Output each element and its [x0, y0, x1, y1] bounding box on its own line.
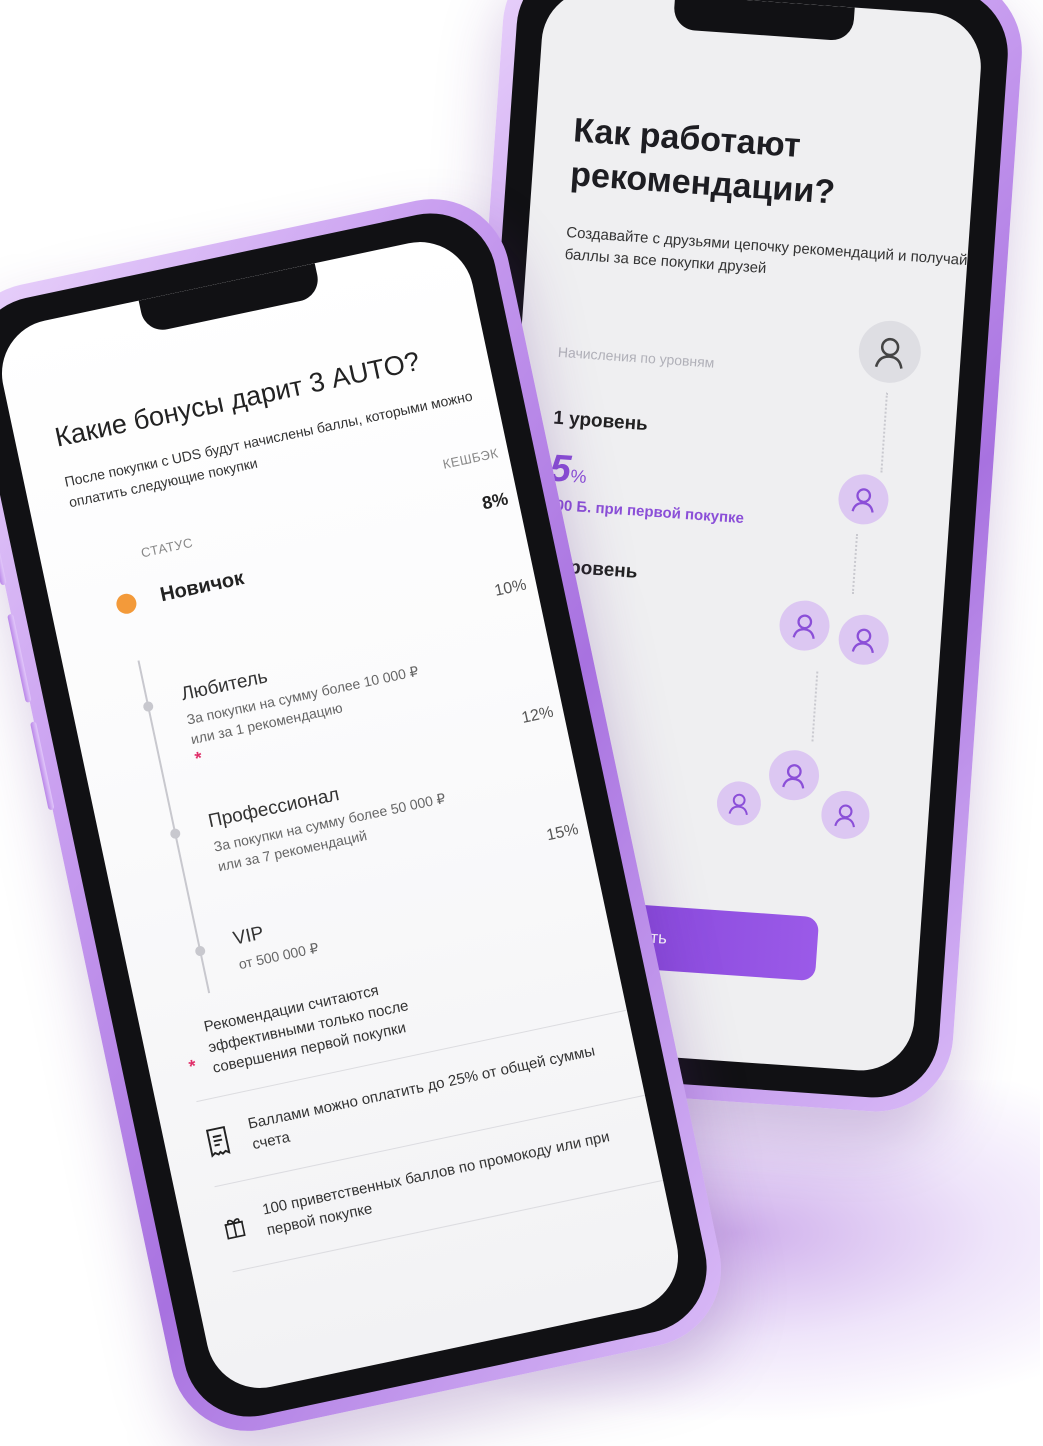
- receipt-icon: [205, 1125, 231, 1158]
- gift-icon: [224, 1218, 246, 1240]
- cashback-column-header: КЕШБЭК: [441, 445, 500, 472]
- person-icon: [792, 614, 815, 639]
- friend-avatar: [819, 789, 872, 841]
- level-2: 2 уровень 1%: [538, 555, 963, 667]
- person-icon: [851, 628, 874, 654]
- person-icon: [834, 804, 855, 828]
- person-icon: [728, 793, 748, 816]
- friend-avatar: [715, 779, 763, 827]
- side-button: [0, 525, 7, 586]
- person-icon: [782, 764, 805, 789]
- person-icon: [851, 488, 874, 513]
- tier-node-active: [114, 591, 139, 616]
- referral-content: Как работают рекомендации? Создавайте с …: [502, 108, 984, 982]
- footnote-star: *: [186, 1055, 199, 1077]
- level-percent-unit: %: [569, 465, 588, 487]
- status-column-header: СТАТУС: [139, 534, 195, 561]
- tier-node: [169, 827, 182, 840]
- page-title: Как работают рекомендации?: [569, 111, 837, 212]
- notch: [672, 0, 855, 42]
- level-1: 1 уровень 5% 100 Б. при первой покупке: [547, 408, 973, 543]
- tier-node: [142, 700, 155, 713]
- friend-avatar: [767, 748, 821, 802]
- person-icon: [874, 337, 903, 369]
- page-subtitle: Создавайте с друзьями цепочку рекомендац…: [564, 224, 984, 278]
- tier-node: [194, 945, 207, 957]
- notch: [138, 263, 322, 334]
